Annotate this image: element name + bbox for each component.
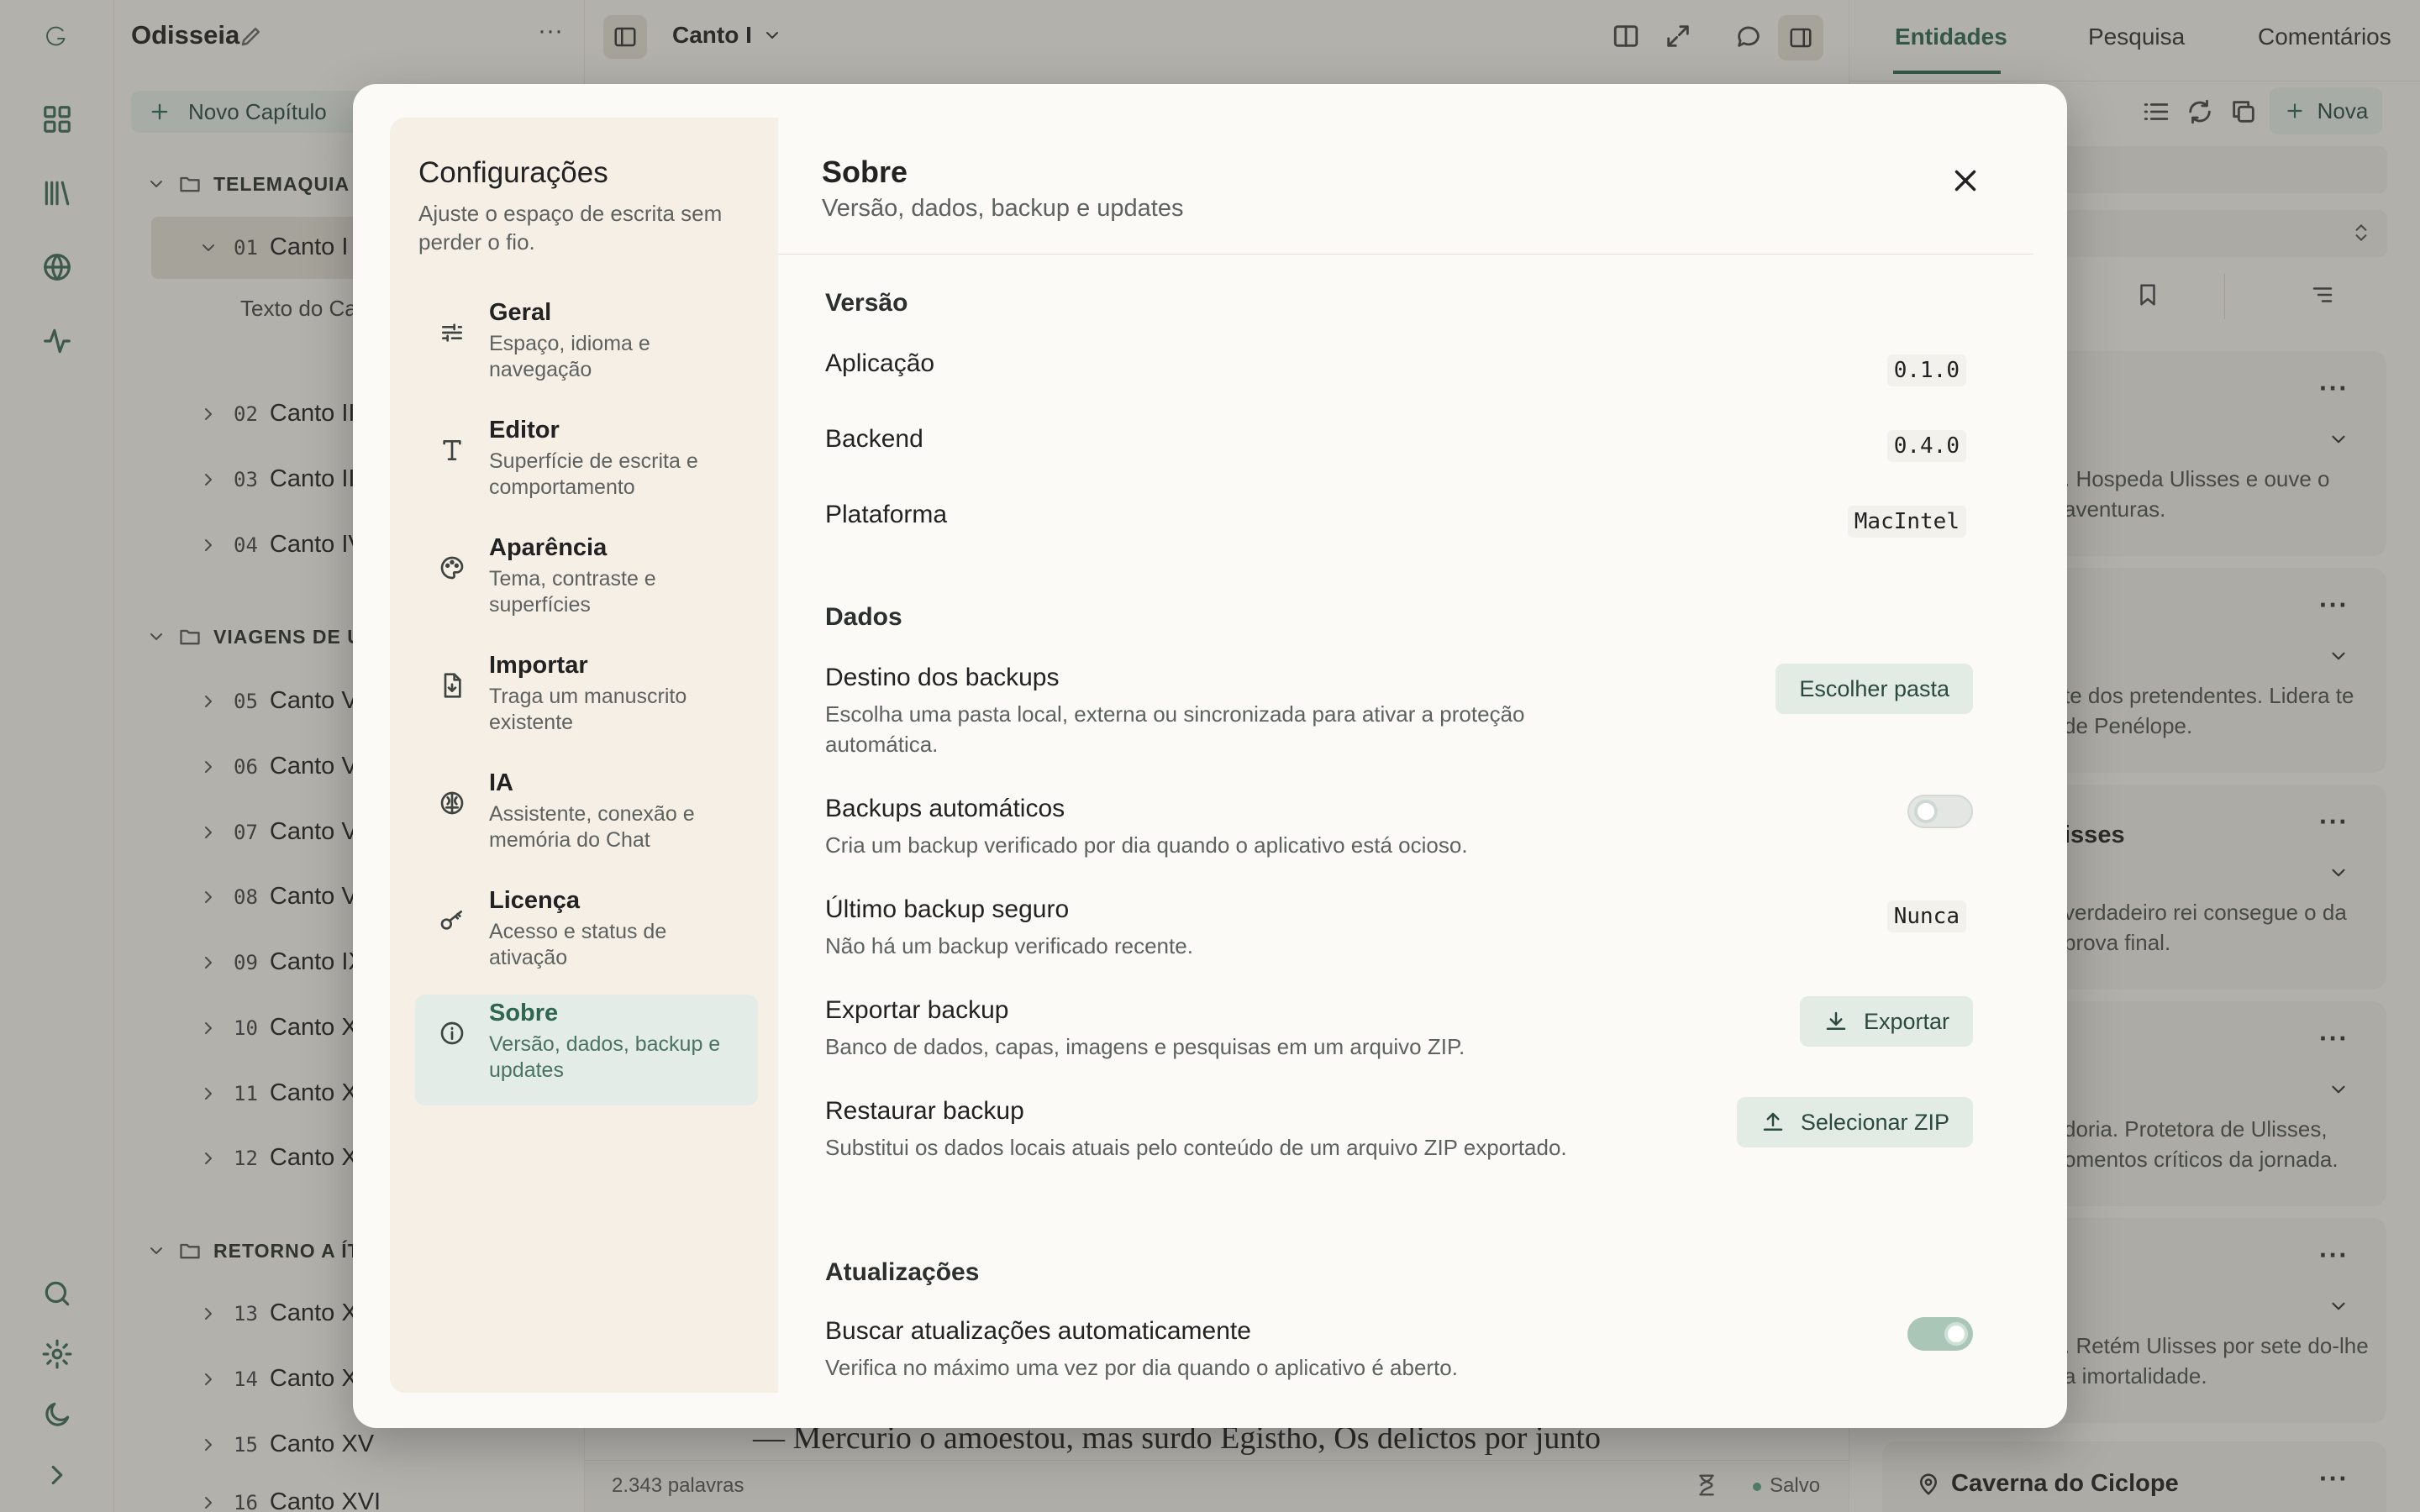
auto-update-toggle[interactable] xyxy=(1907,1317,1973,1351)
settings-nav: Configurações Ajuste o espaço de escrita… xyxy=(390,118,778,1393)
backend-version-value: 0.4.0 xyxy=(1886,430,1966,462)
section-versao: Versão xyxy=(825,289,908,317)
upload-icon xyxy=(1763,1112,1783,1131)
auto-update-label: Buscar atualizações automaticamente xyxy=(825,1317,1251,1345)
platform-label: Plataforma xyxy=(825,501,948,528)
sliders-icon xyxy=(442,323,462,342)
file-import-icon xyxy=(444,673,461,698)
auto-backup-toggle[interactable] xyxy=(1907,795,1973,828)
nav-title: Licença xyxy=(489,887,580,914)
panel-subtitle: Versão, dados, backup e updates xyxy=(822,195,1184,222)
backup-destination-desc: Escolha uma pasta local, externa ou sinc… xyxy=(825,701,1525,757)
palette-icon xyxy=(440,556,464,580)
type-icon xyxy=(443,440,461,460)
last-backup-desc: Não há um backup verificado recente. xyxy=(825,933,1193,958)
nav-title: Editor xyxy=(489,417,560,444)
nav-item-editor[interactable]: Editor Superfície de escrita e comportam… xyxy=(415,412,758,522)
nav-title: Geral xyxy=(489,299,552,326)
nav-item-aparencia[interactable]: Aparência Tema, contraste e superfícies xyxy=(415,529,758,640)
export-backup-desc: Banco de dados, capas, imagens e pesquis… xyxy=(825,1034,1465,1059)
nav-desc: Traga um manuscrito existente xyxy=(489,685,687,734)
nav-title: IA xyxy=(489,769,513,796)
select-zip-label: Selecionar ZIP xyxy=(1800,1109,1949,1135)
select-zip-button[interactable]: Selecionar ZIP xyxy=(1736,1097,1973,1147)
key-icon xyxy=(440,911,462,930)
header-divider xyxy=(778,254,2033,255)
auto-backup-label: Backups automáticos xyxy=(825,795,1065,822)
nav-desc: Espaço, idioma e navegação xyxy=(489,332,650,381)
nav-item-ia[interactable]: IA Assistente, conexão e memória do Chat xyxy=(415,764,758,875)
backup-destination-label: Destino dos backups xyxy=(825,664,1060,691)
restore-backup-label: Restaurar backup xyxy=(825,1097,1024,1125)
auto-backup-desc: Cria um backup verificado por dia quando… xyxy=(825,832,1468,858)
platform-value: MacIntel xyxy=(1847,506,1966,538)
app-version-label: Aplicação xyxy=(825,349,935,377)
restore-backup-desc: Substitui os dados locais atuais pelo co… xyxy=(825,1135,1567,1160)
last-backup-label: Último backup seguro xyxy=(825,895,1070,923)
settings-title: Configurações xyxy=(418,156,608,189)
auto-update-desc: Verifica no máximo uma vez por dia quand… xyxy=(825,1355,1458,1380)
nav-item-licenca[interactable]: Licença Acesso e status de ativação xyxy=(415,882,758,993)
settings-subtitle: Ajuste o espaço de escrita sem perder o … xyxy=(418,201,723,255)
nav-title: Aparência xyxy=(489,534,608,561)
nav-title: Sobre xyxy=(489,1000,559,1026)
nav-title: Importar xyxy=(489,652,588,679)
close-icon[interactable] xyxy=(1948,163,1983,198)
nav-item-importar[interactable]: Importar Traga um manuscrito existente xyxy=(415,647,758,758)
toggle-knob xyxy=(1944,1322,1968,1346)
nav-desc: Superfície de escrita e comportamento xyxy=(489,449,698,499)
info-icon xyxy=(440,1021,464,1045)
nav-desc: Acesso e status de ativação xyxy=(489,920,667,969)
export-backup-label: Exportar backup xyxy=(825,996,1009,1024)
brain-icon xyxy=(440,791,464,815)
panel-title: Sobre xyxy=(822,155,908,189)
settings-dialog: Configurações Ajuste o espaço de escrita… xyxy=(353,84,2067,1428)
nav-item-geral[interactable]: Geral Espaço, idioma e navegação xyxy=(415,294,758,405)
toggle-knob xyxy=(1914,800,1938,823)
section-dados: Dados xyxy=(825,603,902,631)
nav-desc: Tema, contraste e superfícies xyxy=(489,567,656,617)
nav-desc: Assistente, conexão e memória do Chat xyxy=(489,802,695,852)
export-button[interactable]: Exportar xyxy=(1799,996,1973,1047)
nav-desc: Versão, dados, backup e updates xyxy=(489,1032,721,1082)
backend-version-label: Backend xyxy=(825,425,923,453)
download-icon xyxy=(1826,1011,1846,1030)
export-label: Exportar xyxy=(1863,1008,1949,1034)
section-atualizacoes: Atualizações xyxy=(825,1258,980,1286)
choose-folder-label: Escolher pasta xyxy=(1799,675,1949,701)
choose-folder-button[interactable]: Escolher pasta xyxy=(1776,664,1973,714)
nav-item-sobre[interactable]: Sobre Versão, dados, backup e updates xyxy=(415,995,758,1105)
app-version-value: 0.1.0 xyxy=(1886,354,1966,386)
last-backup-value: Nunca xyxy=(1886,900,1966,932)
